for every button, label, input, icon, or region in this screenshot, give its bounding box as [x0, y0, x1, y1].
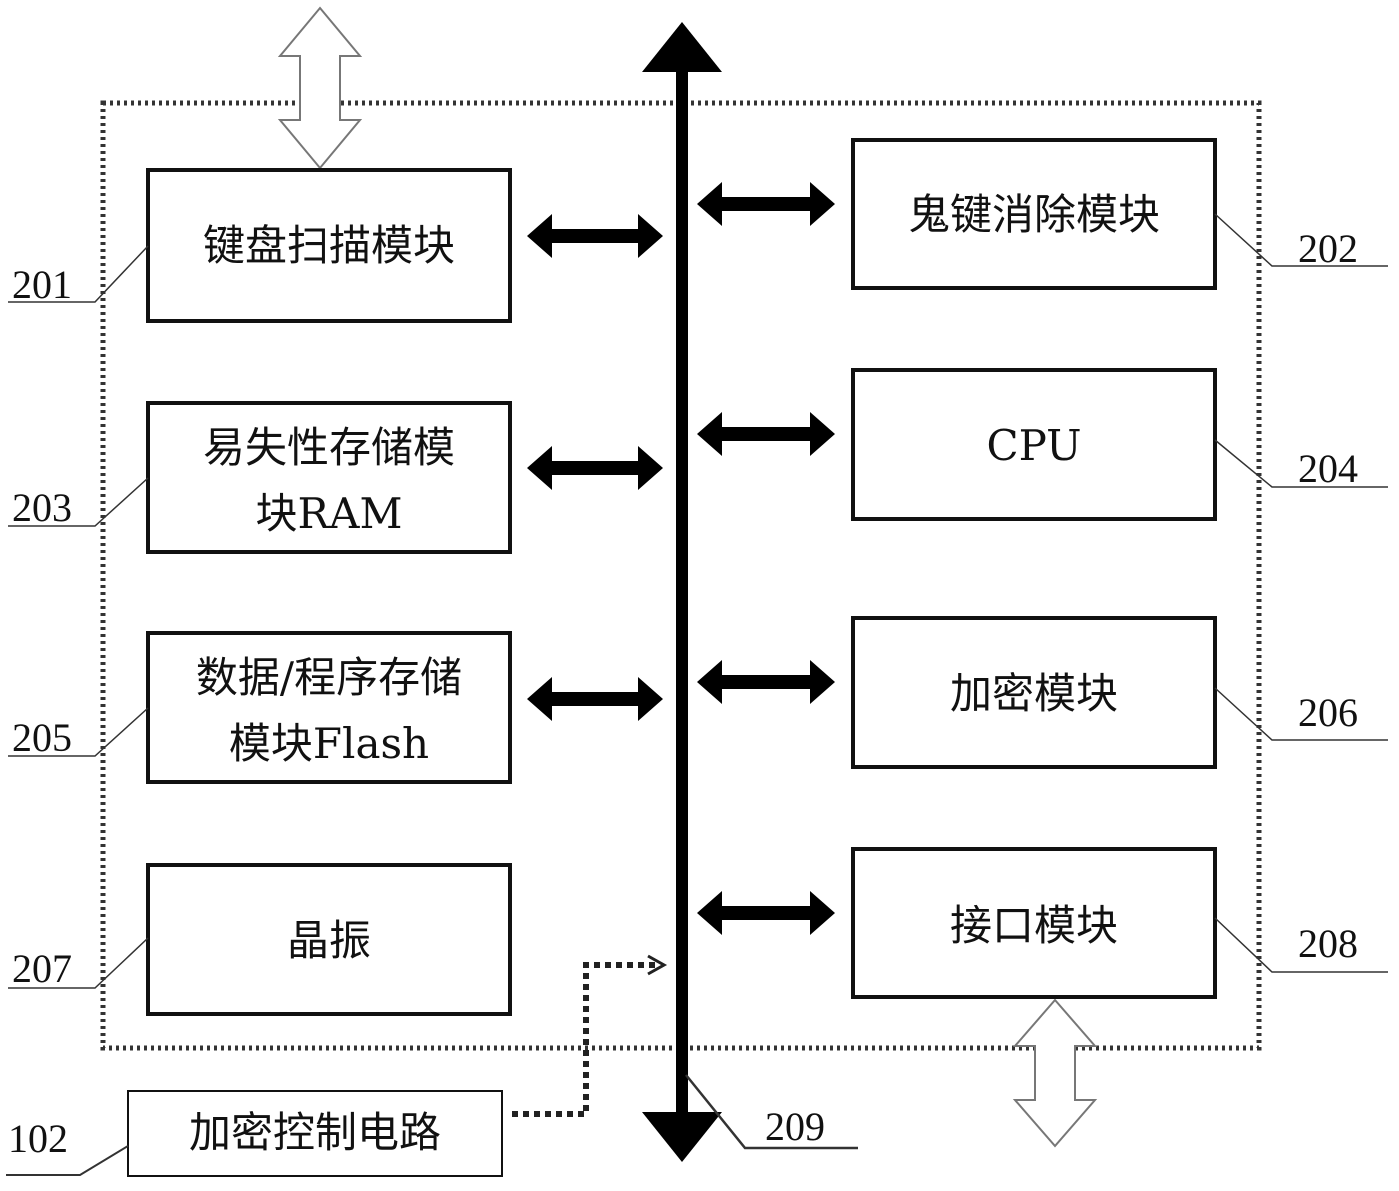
block-206: 加密模块 [851, 616, 1217, 769]
block-204-label: CPU [986, 421, 1081, 470]
connector-204 [697, 412, 835, 456]
ref-206: 206 [1298, 690, 1358, 735]
connector-205 [527, 677, 663, 721]
bus-arrow-down [642, 1112, 722, 1162]
block-203-label-line2: 块RAM [256, 489, 403, 538]
connector-102-dotted [512, 962, 655, 1117]
block-201: 键盘扫描模块 [146, 168, 512, 323]
external-io-arrow-top [277, 6, 363, 170]
block-207: 晶振 [146, 863, 512, 1016]
connector-208 [697, 891, 835, 935]
ref-202: 202 [1298, 226, 1358, 271]
ref-204: 204 [1298, 446, 1358, 491]
block-205-label-line2: 模块Flash [229, 719, 429, 768]
block-205-label-line1: 数据/程序存储 [196, 653, 462, 702]
block-205: 数据/程序存储 模块Flash [146, 631, 512, 784]
connector-203 [527, 446, 663, 490]
connector-201 [527, 214, 663, 258]
connector-206 [697, 660, 835, 704]
block-201-label: 键盘扫描模块 [203, 221, 455, 270]
block-102-label: 加密控制电路 [189, 1108, 441, 1157]
block-202-label: 鬼键消除模块 [908, 190, 1160, 239]
block-202: 鬼键消除模块 [851, 138, 1217, 290]
block-203: 易失性存储模 块RAM [146, 401, 512, 554]
block-204: CPU [851, 368, 1217, 521]
block-203-label-line1: 易失性存储模 [203, 423, 455, 472]
block-207-label: 晶振 [287, 916, 371, 965]
ref-208: 208 [1298, 921, 1358, 966]
connector-202 [697, 182, 835, 226]
block-102: 加密控制电路 [127, 1090, 503, 1177]
block-diagram: 键盘扫描模块 易失性存储模 块RAM 数据/程序存储 模块Flash 晶振 鬼键… [6, 6, 1388, 1177]
external-io-arrow-bottom [1012, 998, 1098, 1148]
bus-arrow-up [642, 22, 722, 72]
block-206-label: 加密模块 [950, 669, 1118, 718]
block-208-label: 接口模块 [950, 901, 1118, 950]
ref-209: 209 [765, 1104, 825, 1149]
ref-201: 201 [12, 262, 72, 307]
ref-205: 205 [12, 715, 72, 760]
block-208: 接口模块 [851, 847, 1217, 999]
ref-203: 203 [12, 485, 72, 530]
ref-102: 102 [8, 1116, 68, 1161]
ref-207: 207 [12, 946, 72, 991]
